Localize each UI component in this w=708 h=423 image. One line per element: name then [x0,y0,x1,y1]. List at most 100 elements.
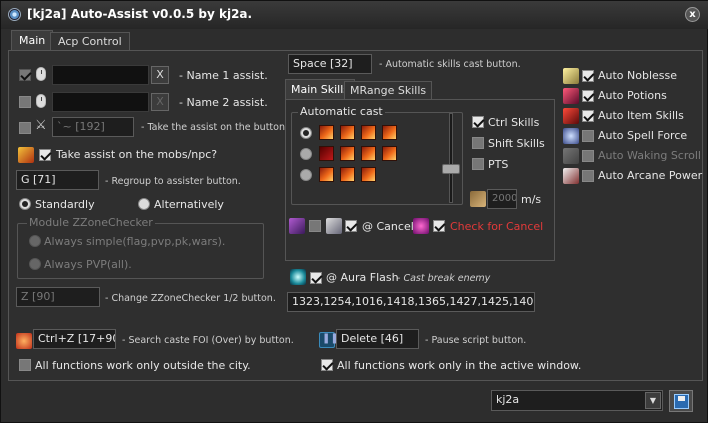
alternatively-label: Alternatively [154,198,224,211]
outside-city-label: All functions work only outside the city… [35,359,251,372]
skill-icon[interactable] [319,125,334,140]
delay-ms-input[interactable]: 2000 [487,189,517,209]
skill-icon[interactable] [319,146,334,161]
cast-row1-radio[interactable] [300,127,312,139]
name1-input[interactable] [52,65,149,85]
cast-row3-radio[interactable] [300,169,312,181]
tab-acp-control[interactable]: Acp Control [50,32,130,50]
skill-icon[interactable] [340,146,355,161]
skill-icon[interactable] [340,167,355,182]
option-checkbox[interactable] [582,90,594,102]
delay-ms-unit: m/s [521,193,542,206]
delay-icon [470,191,486,207]
mouse-icon [36,94,46,108]
shift-skills-label: Shift Skills [488,137,545,150]
option-label: Auto Noblesse [598,69,678,82]
cancel-checkbox-2[interactable] [345,220,357,232]
aura-flash-checkbox[interactable] [310,272,322,284]
zzone-key-input[interactable]: Z [90] [16,287,100,307]
option-label: Auto Waking Scroll [598,149,701,162]
skill-icon[interactable] [361,125,376,140]
speed-slider-track[interactable] [449,113,453,203]
name1-checkbox[interactable] [19,69,31,81]
pause-label: - Pause script button. [425,335,527,346]
mobs-label: Take assist on the mobs/npc? [56,148,218,161]
auto-skills-key-input[interactable]: Space [32] [288,54,372,74]
alternatively-radio[interactable] [138,198,150,210]
skill-icon[interactable] [361,146,376,161]
close-button[interactable]: x [685,7,700,22]
zzone-key-label: - Change ZZoneChecker 1/2 button. [105,293,276,304]
swords-icon: ⚔ [35,118,47,133]
zzone-group-title: Module ZZoneChecker [27,216,155,229]
cast-row2-radio[interactable] [300,148,312,160]
skill-icon[interactable] [319,167,334,182]
ctrl-skills-checkbox[interactable] [472,116,484,128]
tab-main[interactable]: Main [11,30,54,50]
potion-icon [563,88,579,104]
active-window-checkbox[interactable] [321,359,333,371]
check-cancel-checkbox[interactable] [433,220,445,232]
floppy-label-area [678,396,685,401]
name1-clear-button[interactable]: X [151,66,169,84]
speed-slider-thumb[interactable] [442,164,460,174]
option-checkbox[interactable] [582,170,594,182]
auto-cast-title: Automatic cast [298,105,385,118]
take-assist-key-input[interactable]: `~ [192] [52,117,134,137]
take-assist-checkbox[interactable] [19,122,31,134]
pts-label: PTS [488,158,509,171]
shift-skills-checkbox[interactable] [472,137,484,149]
spell-force-icon [563,128,579,144]
option-label: Auto Arcane Power [598,169,703,182]
option-checkbox[interactable] [582,130,594,142]
name2-checkbox[interactable] [19,96,31,108]
regroup-key-input[interactable]: G [71] [16,170,99,190]
option-label: Auto Item Skills [598,109,684,122]
cancel-skill-icon [289,218,305,234]
name2-input[interactable] [52,92,149,112]
auto-cast-group [291,112,463,205]
zzone-simple-radio[interactable] [29,235,41,247]
aura-flash-icon [290,269,306,285]
skill-icon[interactable] [382,125,397,140]
chevron-down-icon[interactable]: ▼ [645,392,661,409]
ctrl-skills-label: Ctrl Skills [488,116,540,129]
item-skill-icon [563,108,579,124]
outside-city-checkbox[interactable] [19,359,31,371]
skill-icon[interactable] [382,146,397,161]
option-checkbox[interactable] [582,150,594,162]
tab-mrange-skills[interactable]: MRange Skills [344,81,433,99]
skill-icon[interactable] [340,125,355,140]
name2-label: - Name 2 assist. [179,96,268,109]
profile-select[interactable]: kj2a [491,390,663,411]
option-label: Auto Potions [598,89,667,102]
skill-icon[interactable] [361,167,376,182]
check-cancel-icon [413,218,429,234]
regroup-label: - Regroup to assister button. [105,176,241,187]
cancel-checkbox-1[interactable] [309,220,321,232]
zzone-pvp-radio[interactable] [29,258,41,270]
floppy-icon [674,394,689,409]
aura-flash-desc: - Cast break enemy [397,273,491,284]
option-checkbox[interactable] [582,110,594,122]
name2-clear-button[interactable]: X [151,93,169,111]
auto-skills-label: - Automatic skills cast button. [379,59,521,70]
active-window-label: All functions work only in the active wi… [337,359,582,372]
app-window: [kj2a] Auto-Assist v0.0.5 by kj2a. x Mai… [0,0,708,423]
mobs-checkbox[interactable] [39,149,51,161]
name1-label: - Name 1 assist. [179,69,268,82]
check-cancel-label: Check for Cancel [450,220,544,233]
pts-checkbox[interactable] [472,158,484,170]
aura-ids-input[interactable]: 1323,1254,1016,1418,1365,1427,1425,1409 [287,292,535,312]
save-button[interactable] [669,390,693,412]
option-label: Auto Spell Force [598,129,688,142]
foi-key-input[interactable]: Ctrl+Z [17+90] [33,329,116,349]
standardly-radio[interactable] [19,198,31,210]
title-bar: [kj2a] Auto-Assist v0.0.5 by kj2a. x [1,1,708,29]
pause-key-input[interactable]: Delete [46] [336,329,419,349]
cancel-label: @ Cancel [362,220,414,233]
take-assist-label: - Take the assist on the button. [141,122,289,133]
standardly-label: Standardly [35,198,95,211]
option-checkbox[interactable] [582,70,594,82]
mouse-icon [36,67,46,81]
